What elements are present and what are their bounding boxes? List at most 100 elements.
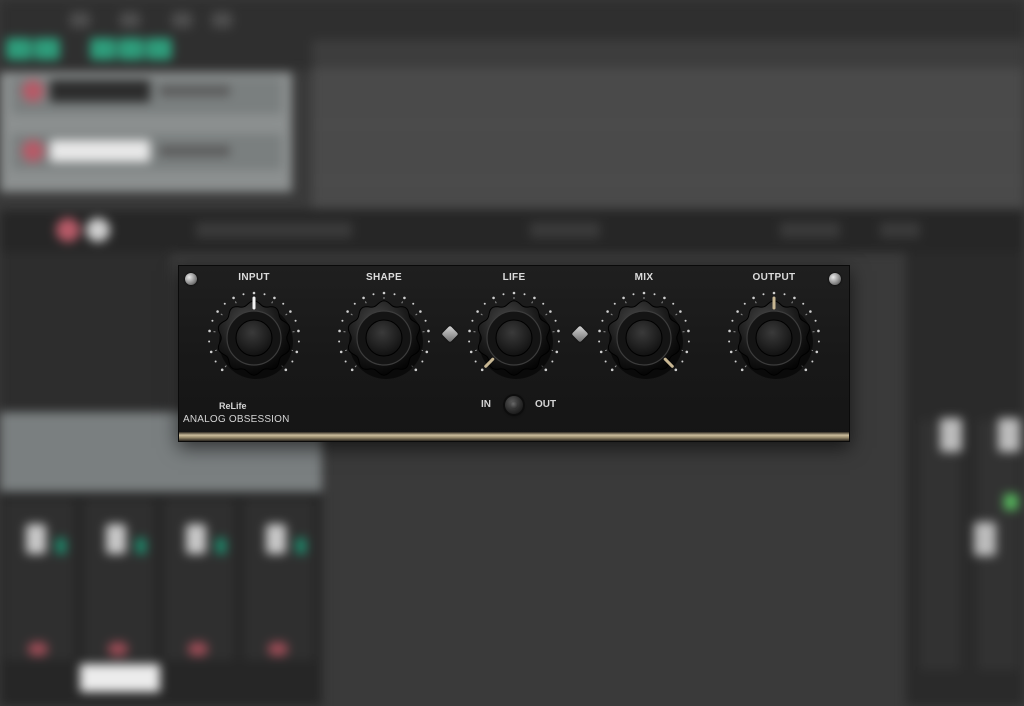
arm-button[interactable] (188, 642, 208, 656)
scale-dot (555, 350, 559, 354)
scale-dot (412, 302, 415, 305)
meter (136, 538, 146, 554)
knob-dial[interactable] (589, 288, 699, 392)
scale-dot (736, 310, 739, 313)
lane-divider (312, 180, 1024, 181)
scale-dot (613, 302, 616, 305)
toolbar-button[interactable] (172, 12, 192, 28)
knob-output[interactable]: OUTPUT (719, 266, 829, 396)
record-arm-button[interactable] (6, 38, 32, 60)
scale-tick (494, 301, 497, 304)
knob-life[interactable]: LIFE (459, 266, 569, 396)
gold-trim (179, 432, 849, 441)
scale-tick (661, 301, 664, 304)
volume-fader[interactable] (998, 418, 1020, 452)
scale-dot (350, 368, 354, 372)
scale-tick (740, 313, 743, 316)
scale-dot (804, 368, 808, 372)
scale-dot (344, 360, 347, 363)
track-arm-button[interactable] (22, 140, 44, 162)
arm-button[interactable] (108, 642, 128, 656)
knob-dial[interactable] (719, 288, 829, 392)
lane-divider (312, 124, 1024, 125)
knob-input[interactable]: INPUT (199, 266, 309, 396)
scale-dot (557, 340, 560, 343)
scale-tick (614, 365, 617, 368)
timeline-ruler[interactable] (312, 40, 1024, 68)
scale-dot (294, 319, 297, 322)
scale-tick (401, 301, 404, 304)
volume-fader[interactable] (186, 524, 206, 554)
scale-dot (687, 329, 690, 333)
mixer-strip (920, 420, 960, 670)
volume-fader[interactable] (940, 418, 962, 452)
volume-fader[interactable] (106, 524, 126, 554)
scale-dot (687, 340, 690, 343)
panel (0, 252, 170, 412)
scale-dot (209, 350, 213, 354)
scale-dot (674, 368, 678, 372)
knob-dial[interactable] (459, 288, 569, 392)
record-arm-button[interactable] (90, 38, 116, 60)
scale-dot (403, 296, 406, 300)
scale-dot (468, 340, 471, 343)
arm-button[interactable] (28, 642, 48, 656)
knob-dial[interactable] (199, 288, 309, 392)
scale-dot (469, 350, 473, 354)
bypass-toggle-switch[interactable] (505, 396, 523, 414)
scale-dot (817, 329, 820, 333)
scale-dot (743, 302, 746, 305)
record-arm-button[interactable] (146, 38, 172, 60)
scale-dot (685, 350, 689, 354)
record-arm-button[interactable] (34, 38, 60, 60)
scale-dot (220, 368, 224, 372)
scale-dot (414, 368, 418, 372)
knob-shape[interactable]: SHAPE (329, 266, 439, 396)
scale-dot (653, 293, 656, 296)
arm-button[interactable] (268, 642, 288, 656)
toolbar-button[interactable] (212, 12, 232, 28)
track-name-field[interactable] (50, 140, 150, 162)
scale-tick (364, 301, 367, 304)
scale-dot (601, 319, 604, 322)
scale-dot (393, 293, 396, 296)
scale-dot (599, 350, 603, 354)
track-arm-button[interactable] (22, 80, 44, 102)
scale-dot (341, 319, 344, 322)
scale-dot (353, 302, 356, 305)
scale-dot (476, 310, 479, 313)
scale-dot (425, 350, 429, 354)
play-button[interactable] (86, 218, 110, 242)
volume-fader[interactable] (26, 524, 46, 554)
toolbar-button[interactable] (120, 12, 140, 28)
switch-out-label: OUT (535, 399, 557, 410)
scale-tick (744, 365, 747, 368)
meter (1004, 494, 1018, 510)
record-arm-button[interactable] (118, 38, 144, 60)
scale-tick (604, 349, 608, 352)
volume-fader[interactable] (266, 524, 286, 554)
meter (296, 538, 306, 554)
scale-dot (252, 291, 256, 295)
mixer-button[interactable] (80, 664, 160, 692)
scale-tick (545, 313, 548, 316)
scale-dot (728, 340, 731, 343)
scale-dot (295, 350, 299, 354)
knob-label: OUTPUT (752, 272, 796, 283)
scale-dot (772, 291, 776, 295)
scale-dot (289, 310, 292, 313)
transport-field[interactable] (780, 222, 840, 238)
scale-dot (242, 293, 245, 296)
scale-dot (223, 302, 226, 305)
transport-field[interactable] (880, 222, 920, 238)
scale-dot (731, 319, 734, 322)
record-button[interactable] (56, 218, 80, 242)
volume-fader[interactable] (974, 522, 996, 556)
relife-plugin-window: INPUT SHAPE LIFE MIX OUTPUT ReLife ANALO… (178, 265, 850, 442)
toolbar-button[interactable] (70, 12, 90, 28)
scale-dot (811, 360, 814, 363)
track-name-field[interactable] (50, 80, 150, 102)
knob-mix[interactable]: MIX (589, 266, 699, 396)
scale-tick (415, 313, 418, 316)
knob-dial[interactable] (329, 288, 439, 392)
